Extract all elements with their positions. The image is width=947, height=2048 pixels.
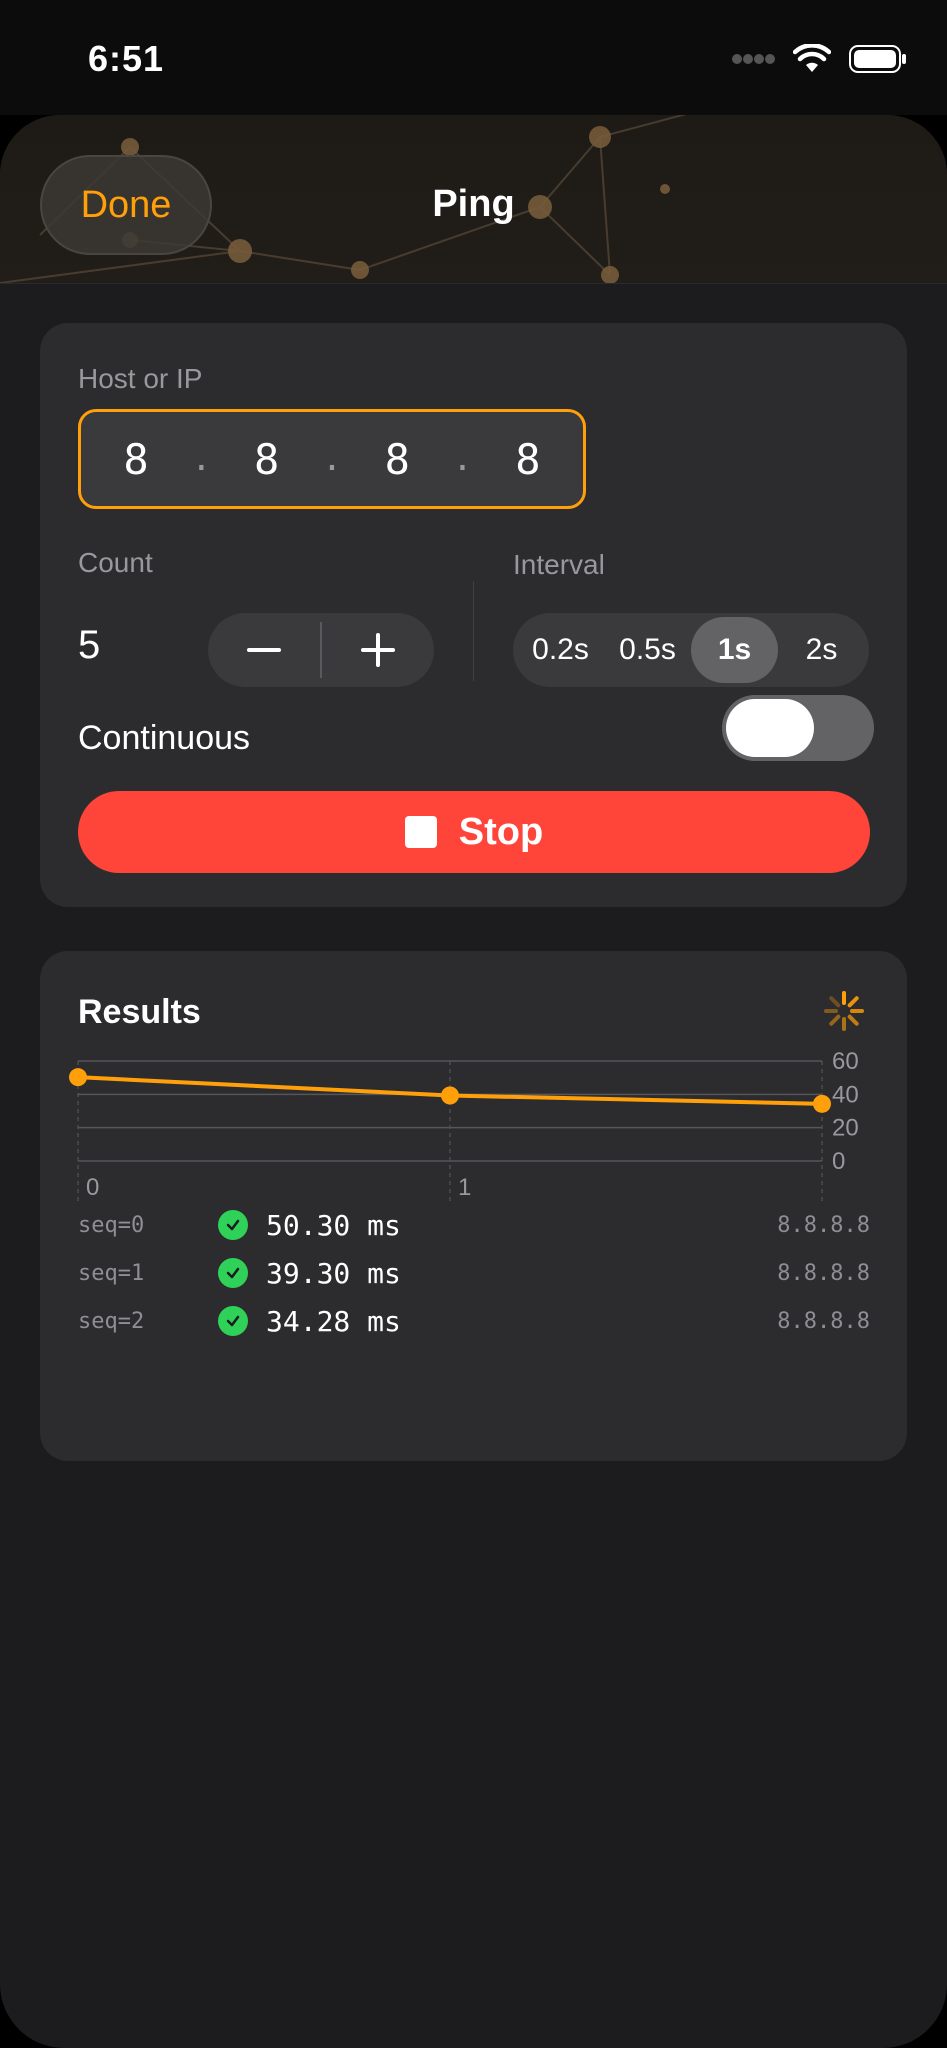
ip-separator: .: [321, 439, 343, 479]
decrement-button[interactable]: [208, 613, 320, 687]
result-host: 8.8.8.8: [777, 1212, 870, 1238]
page-title: Ping: [432, 183, 515, 225]
cellular-icon: [732, 54, 775, 64]
sheet-header: Done Ping: [0, 115, 947, 284]
y-tick-label: 40: [832, 1081, 859, 1108]
interval-option-0.2s[interactable]: 0.2s: [517, 617, 604, 683]
count-value: 5: [78, 623, 101, 667]
continuous-toggle[interactable]: [722, 695, 874, 761]
status-time: 6:51: [88, 38, 165, 79]
ip-address-field[interactable]: 8 . 8 . 8 . 8: [78, 409, 586, 509]
ip-octet-1[interactable]: 8: [123, 435, 148, 484]
result-row: seq=1 39.30 ms 8.8.8.8: [78, 1253, 870, 1293]
interval-segmented-control: 0.2s 0.5s 1s 2s: [513, 613, 869, 687]
increment-button[interactable]: [322, 613, 434, 687]
loading-spinner-icon: [824, 991, 864, 1031]
result-seq: seq=1: [78, 1260, 145, 1286]
ping-config-card: Host or IP 8 . 8 . 8 . 8 Count 5 Interva…: [40, 323, 907, 907]
x-tick-label: 0: [86, 1174, 99, 1201]
result-time: 39.30 ms: [266, 1256, 401, 1290]
ip-octet-4[interactable]: 8: [515, 435, 540, 484]
y-tick-label: 0: [832, 1148, 845, 1175]
plus-icon: [361, 633, 395, 667]
results-title: Results: [78, 993, 201, 1031]
success-check-icon: [218, 1306, 248, 1336]
latency-data-point: [441, 1086, 459, 1105]
interval-option-1s[interactable]: 1s: [691, 617, 778, 683]
ip-octet-2[interactable]: 8: [254, 435, 279, 484]
wifi-icon: [793, 44, 831, 72]
result-host: 8.8.8.8: [777, 1308, 870, 1334]
continuous-label: Continuous: [78, 719, 251, 757]
status-bar: 6:51: [0, 0, 947, 115]
result-seq: seq=2: [78, 1308, 145, 1334]
toggle-knob: [726, 699, 814, 757]
ip-octet-3[interactable]: 8: [385, 435, 410, 484]
stop-label: Stop: [458, 810, 544, 853]
status-icons: [731, 44, 907, 74]
host-label: Host or IP: [78, 363, 203, 394]
result-time: 50.30 ms: [266, 1208, 401, 1242]
minus-icon: [247, 648, 281, 652]
result-seq: seq=0: [78, 1212, 145, 1238]
count-label: Count: [78, 547, 153, 578]
ip-separator: .: [452, 439, 473, 479]
result-host: 8.8.8.8: [777, 1260, 870, 1286]
stop-button[interactable]: Stop: [78, 791, 870, 873]
result-row: seq=2 34.28 ms 8.8.8.8: [78, 1301, 870, 1341]
success-check-icon: [218, 1210, 248, 1240]
interval-label: Interval: [513, 549, 605, 580]
interval-option-2s[interactable]: 2s: [778, 617, 865, 683]
ip-separator: .: [191, 439, 212, 479]
divider: [473, 581, 474, 681]
y-tick-label: 20: [832, 1115, 859, 1142]
ping-sheet: Done Ping Host or IP 8 . 8 . 8 . 8 Count…: [0, 115, 947, 2048]
latency-data-point: [813, 1094, 831, 1113]
result-time: 34.28 ms: [266, 1304, 401, 1338]
latency-chart: 6040200ms01: [69, 1051, 859, 1201]
latency-data-point: [69, 1068, 87, 1087]
stop-icon: [404, 816, 437, 848]
count-stepper: [208, 613, 434, 687]
interval-option-0.5s[interactable]: 0.5s: [604, 617, 691, 683]
success-check-icon: [218, 1258, 248, 1288]
result-row: seq=0 50.30 ms 8.8.8.8: [78, 1205, 870, 1245]
y-tick-label: 60: [832, 1051, 859, 1075]
results-card: Results 6040200ms01 seq=0 50.30 ms 8.8.8…: [40, 951, 907, 1461]
battery-icon: [849, 45, 906, 73]
x-tick-label: 1: [458, 1174, 471, 1201]
